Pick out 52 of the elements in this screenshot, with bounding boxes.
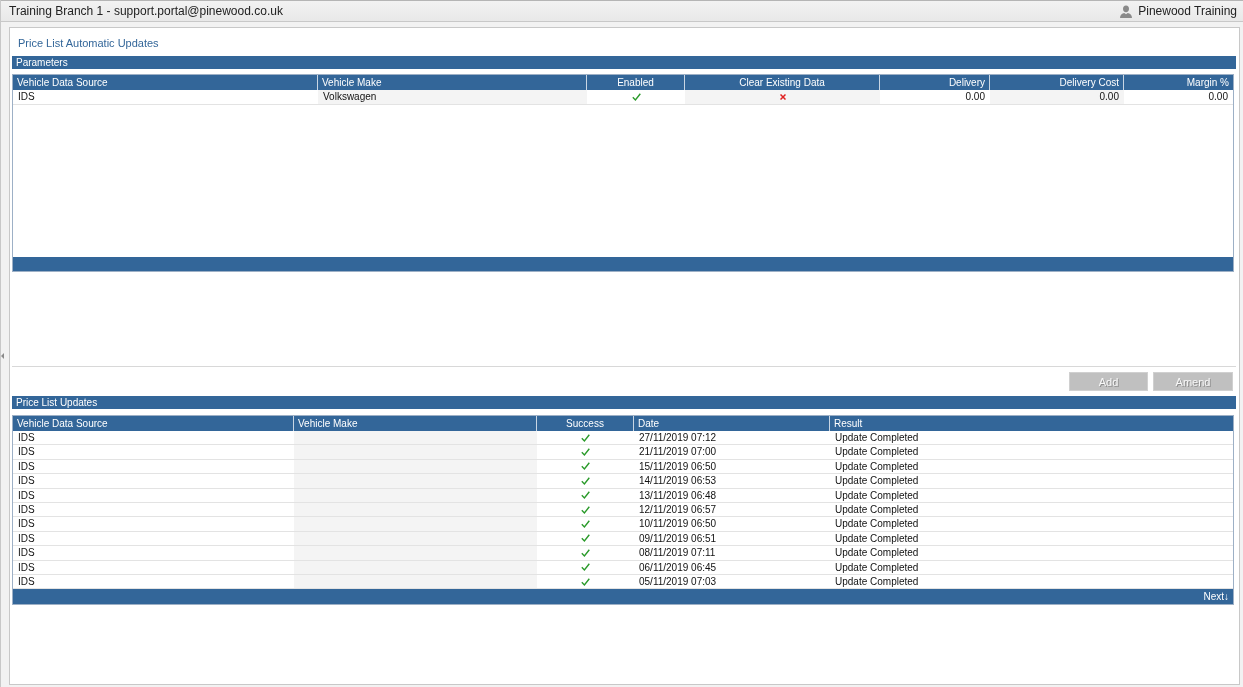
table-cell-text: Update Completed — [834, 474, 920, 488]
table-cell-text: Update Completed — [834, 574, 920, 589]
table-cell-text: IDS — [17, 488, 36, 502]
table-cell-text: 0.00 — [1207, 90, 1229, 104]
table-cell-text: 14/11/2019 06:53 — [638, 474, 718, 488]
table-cell-text: IDS — [17, 574, 36, 589]
table-cell-text: IDS — [17, 459, 36, 474]
table-cell-text: IDS — [17, 90, 36, 104]
table-cell-text: Update Completed — [834, 445, 920, 459]
column-header: Margin % — [1185, 76, 1230, 90]
table-cell-text: Update Completed — [834, 560, 920, 574]
table-cell-text: IDS — [17, 445, 36, 459]
table-cell-text: Update Completed — [834, 517, 920, 531]
table-cell-text: 06/11/2019 06:45 — [638, 560, 718, 574]
table-cell-text: 21/11/2019 07:00 — [638, 445, 718, 459]
table-cell-text: 09/11/2019 06:51 — [638, 531, 718, 546]
table-cell-text: IDS — [17, 502, 36, 517]
table-cell-text: IDS — [17, 431, 36, 445]
table-cell-text: IDS — [17, 474, 36, 488]
section-header-bar: Price List Updates — [12, 396, 1236, 409]
column-header: Success — [537, 416, 634, 431]
collapse-handle-icon[interactable] — [1, 353, 4, 359]
table-cell-text: 13/11/2019 06:48 — [638, 488, 718, 502]
table-cell: Volkswagen — [318, 90, 587, 104]
table-cell-text: IDS — [17, 560, 36, 574]
page-title: Price List Automatic Updates — [18, 36, 159, 49]
table-cell-text: Update Completed — [834, 488, 920, 502]
table-cell-text: IDS — [17, 517, 36, 531]
table-cell-text: Update Completed — [834, 431, 920, 445]
table-cell-text: 10/11/2019 06:50 — [638, 517, 718, 531]
section-header-bar: Parameters — [12, 56, 1236, 69]
table-cell-text: Update Completed — [834, 546, 920, 560]
table-cell: 0.00 — [990, 90, 1124, 104]
table-cell-text: Update Completed — [834, 459, 920, 474]
user-name[interactable]: Pinewood Training — [1138, 4, 1237, 18]
branch-title: Training Branch 1 - support.portal@pinewood.co.uk — [9, 4, 283, 18]
next-page-link[interactable]: Next↓ — [1203, 591, 1229, 603]
table-cell-text: 0.00 — [964, 90, 986, 104]
user-icon — [1120, 4, 1133, 18]
column-header: Vehicle Data Source — [13, 75, 318, 90]
table-cell-text: 12/11/2019 06:57 — [638, 502, 718, 517]
table-cell-text: Update Completed — [834, 531, 920, 546]
column-header: Result — [833, 417, 864, 431]
table-cell-text: 08/11/2019 07:11 — [638, 546, 717, 560]
table-cell-text: Update Completed — [834, 502, 920, 517]
table-cell-text: 15/11/2019 06:50 — [638, 459, 718, 474]
table-cell-text: IDS — [17, 531, 36, 546]
column-header: Date — [634, 416, 830, 431]
table-cell-text: IDS — [17, 546, 36, 560]
table-cell-text: 27/11/2019 07:12 — [638, 431, 718, 445]
table-cell-text: 05/11/2019 07:03 — [638, 574, 718, 589]
column-header: Vehicle Data Source — [13, 416, 294, 431]
